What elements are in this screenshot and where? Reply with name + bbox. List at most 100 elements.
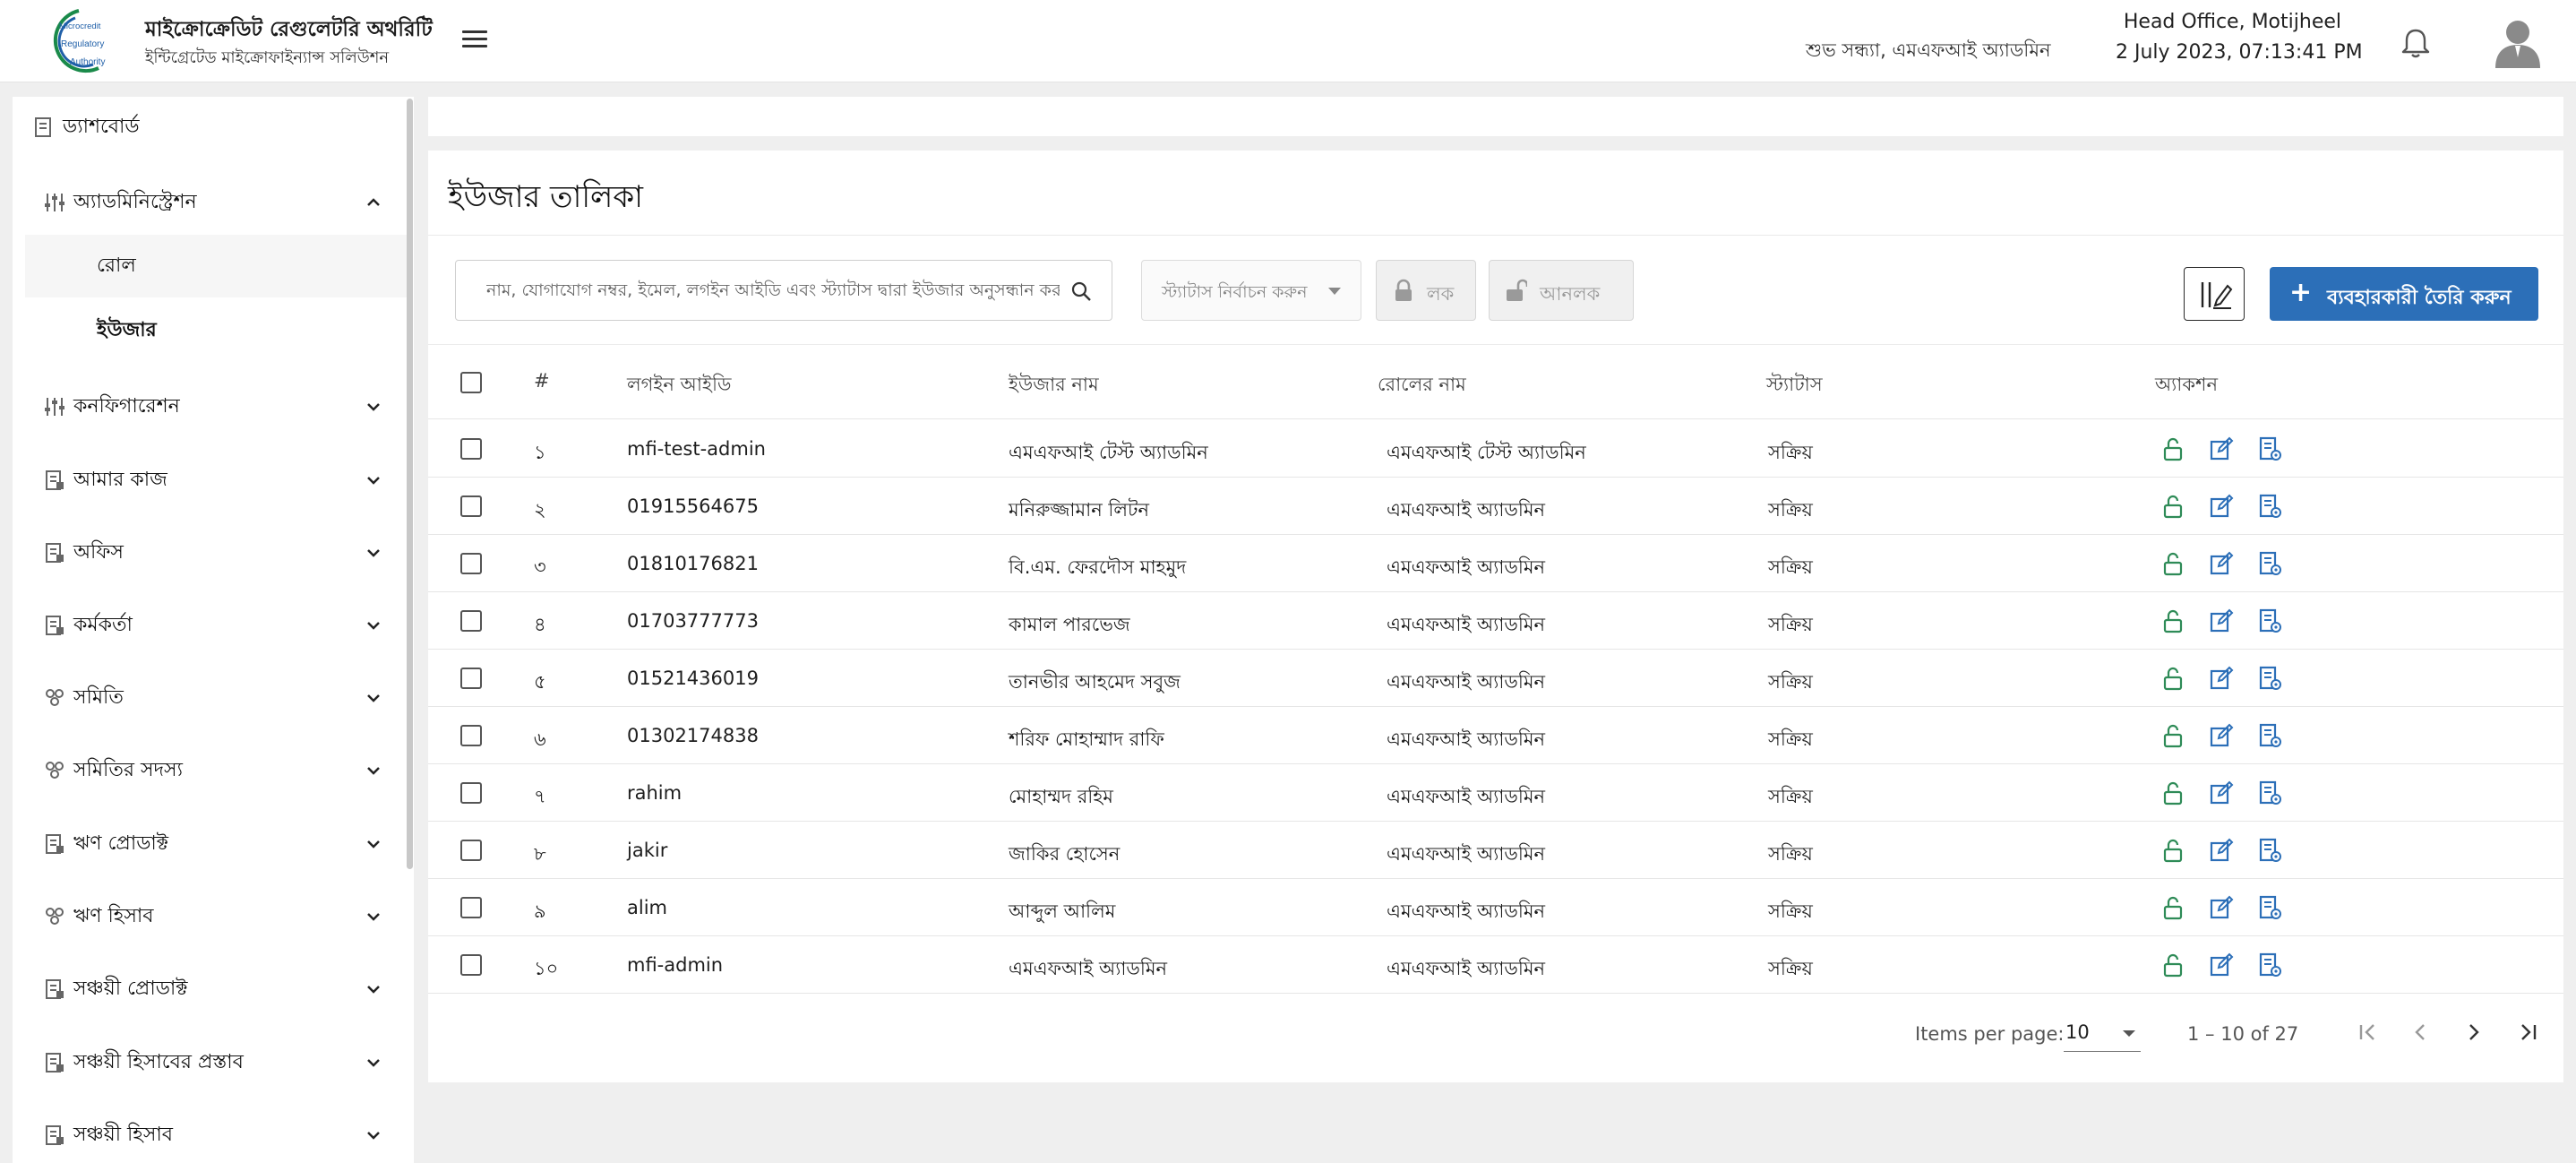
row-checkbox[interactable] — [460, 725, 482, 746]
table-row[interactable]: ১ mfi-test-admin এমএফআই টেস্ট অ্যাডমিন এমএফ… — [428, 420, 2563, 478]
unlock-icon[interactable] — [2160, 666, 2185, 691]
unlock-icon[interactable] — [2160, 895, 2185, 920]
sidebar-item-label: ঋণ হিসাব — [73, 904, 154, 927]
sidebar-subitem-role[interactable]: রোল — [25, 235, 410, 297]
create-user-label: ব্যবহারকারী তৈরি করুন — [2327, 287, 2512, 309]
cell-login-id: mfi-test-admin — [627, 438, 766, 460]
sidebar-item[interactable]: সঞ্চয়ী হিসাব — [13, 1108, 407, 1162]
search-box — [455, 260, 1112, 321]
sidebar-item[interactable]: অফিস — [13, 526, 407, 580]
unlock-icon[interactable] — [2160, 952, 2185, 978]
table-row[interactable]: ৭ rahim মোহাম্মদ রহিম এমএফআই অ্যাডমিন সক্রিয… — [428, 764, 2563, 822]
edit-icon[interactable] — [2209, 723, 2234, 748]
table-row[interactable]: ১০ mfi-admin এমএফআই অ্যাডমিন এমএফআই অ্যাডমি… — [428, 936, 2563, 994]
user-avatar-icon[interactable] — [2494, 16, 2542, 68]
edit-icon[interactable] — [2209, 608, 2234, 633]
first-page-icon[interactable] — [2350, 1014, 2386, 1050]
sidebar-item[interactable]: সঞ্চয়ী প্রোডাক্ট — [13, 962, 407, 1016]
column-settings-button[interactable] — [2184, 267, 2245, 321]
sidebar-item[interactable]: সমিতির সদস্য — [13, 744, 407, 797]
sidebar-item-administration[interactable]: অ্যাডমিনিস্ট্রেশন — [13, 176, 407, 229]
edit-icon[interactable] — [2209, 494, 2234, 519]
cell-number: ২ — [534, 499, 546, 521]
table-row[interactable]: ৮ jakir জাকির হোসেন এমএফআই অ্যাডমিন সক্রিয় — [428, 822, 2563, 879]
details-icon[interactable] — [2257, 436, 2282, 461]
row-checkbox[interactable] — [460, 495, 482, 517]
details-icon[interactable] — [2257, 780, 2282, 805]
cell-user-name: কামাল পারভেজ — [1009, 614, 1130, 635]
edit-icon[interactable] — [2209, 780, 2234, 805]
cell-status: সক্রিয় — [1768, 843, 1813, 865]
details-icon[interactable] — [2257, 551, 2282, 576]
status-select[interactable]: স্ট্যাটাস নির্বাচন করুন — [1141, 260, 1361, 321]
search-input[interactable] — [486, 277, 1060, 304]
details-icon[interactable] — [2257, 952, 2282, 978]
unlock-icon[interactable] — [2160, 436, 2185, 461]
row-checkbox[interactable] — [460, 782, 482, 804]
top-strip — [428, 97, 2563, 136]
edit-icon[interactable] — [2209, 838, 2234, 863]
table-row[interactable]: ৫ 01521436019 তানভীর আহমেদ সবুজ এমএফআই অ্যা… — [428, 650, 2563, 707]
status-select-placeholder: স্ট্যাটাস নির্বাচন করুন — [1162, 282, 1308, 302]
sidebar-item-dashboard[interactable]: ড্যাশবোর্ড — [13, 100, 407, 154]
sidebar-subitem-user[interactable]: ইউজার — [25, 299, 412, 362]
next-page-icon[interactable] — [2456, 1014, 2492, 1050]
sidebar-item[interactable]: ঋণ হিসাব — [13, 890, 407, 943]
row-checkbox[interactable] — [460, 553, 482, 574]
unlock-icon[interactable] — [2160, 494, 2185, 519]
search-icon[interactable] — [1070, 280, 1092, 302]
unlock-icon[interactable] — [2160, 838, 2185, 863]
details-icon[interactable] — [2257, 895, 2282, 920]
unlock-icon[interactable] — [2160, 723, 2185, 748]
hamburger-menu-icon[interactable] — [462, 30, 487, 50]
sidebar: ড্যাশবোর্ড অ্যাডমিনিস্ট্রেশন রোল ইউজার ক… — [13, 97, 414, 1163]
table-row[interactable]: ৩ 01810176821 বি.এম. ফেরদৌস মাহমুদ এমএফআই অ… — [428, 535, 2563, 592]
sidebar-item[interactable]: সঞ্চয়ী হিসাবের প্রস্তাব — [13, 1036, 407, 1090]
row-checkbox[interactable] — [460, 438, 482, 460]
notification-bell-icon[interactable] — [2400, 27, 2431, 59]
select-all-checkbox[interactable] — [460, 372, 482, 393]
cell-role-name: এমএফআই অ্যাডমিন — [1387, 843, 1546, 865]
table-row[interactable]: ৬ 01302174838 শরিফ মোহাম্মাদ রাফি এমএফআই অ্… — [428, 707, 2563, 764]
details-icon[interactable] — [2257, 608, 2282, 633]
svg-text:Authority: Authority — [70, 57, 105, 67]
cell-status: সক্রিয় — [1768, 614, 1813, 635]
unlock-icon[interactable] — [2160, 608, 2185, 633]
sidebar-item[interactable]: আমার কাজ — [13, 453, 407, 507]
row-checkbox[interactable] — [460, 668, 482, 689]
edit-icon[interactable] — [2209, 666, 2234, 691]
edit-icon[interactable] — [2209, 952, 2234, 978]
lock-button[interactable]: লক — [1376, 260, 1476, 321]
table-row[interactable]: ৯ alim আব্দুল আলিম এমএফআই অ্যাডমিন সক্রিয় — [428, 879, 2563, 936]
details-icon[interactable] — [2257, 666, 2282, 691]
edit-icon[interactable] — [2209, 551, 2234, 576]
cell-user-name: এমএফআই অ্যাডমিন — [1009, 958, 1168, 979]
table-row[interactable]: ৪ 01703777773 কামাল পারভেজ এমএফআই অ্যাডমিন স… — [428, 592, 2563, 650]
cell-login-id: alim — [627, 897, 667, 918]
page-size-select[interactable]: 10 — [2064, 1014, 2141, 1052]
previous-page-icon[interactable] — [2402, 1014, 2438, 1050]
row-checkbox[interactable] — [460, 897, 482, 918]
unlock-button[interactable]: আনলক — [1489, 260, 1634, 321]
row-checkbox[interactable] — [460, 840, 482, 861]
column-header-number: # — [534, 370, 550, 392]
create-user-button[interactable]: + ব্যবহারকারী তৈরি করুন — [2270, 267, 2538, 321]
sidebar-item[interactable]: সমিতি — [13, 671, 407, 725]
details-icon[interactable] — [2257, 723, 2282, 748]
details-icon[interactable] — [2257, 838, 2282, 863]
sidebar-item[interactable]: ঋণ প্রোডাক্ট — [13, 817, 407, 871]
cell-status: সক্রিয় — [1768, 556, 1813, 578]
unlock-icon[interactable] — [2160, 780, 2185, 805]
row-checkbox[interactable] — [460, 610, 482, 632]
sidebar-item[interactable]: কর্মকর্তা — [13, 599, 407, 652]
edit-icon[interactable] — [2209, 895, 2234, 920]
sidebar-item[interactable]: কনফিগারেশন — [13, 380, 407, 434]
unlock-icon[interactable] — [2160, 551, 2185, 576]
edit-icon[interactable] — [2209, 436, 2234, 461]
details-icon[interactable] — [2257, 494, 2282, 519]
row-checkbox[interactable] — [460, 954, 482, 976]
cell-status: সক্রিয় — [1768, 786, 1813, 807]
table-row[interactable]: ২ 01915564675 মনিরুজ্জামান লিটন এমএফআই অ্যা… — [428, 478, 2563, 535]
sidebar-scrollbar[interactable] — [407, 99, 413, 869]
last-page-icon[interactable] — [2510, 1014, 2546, 1050]
